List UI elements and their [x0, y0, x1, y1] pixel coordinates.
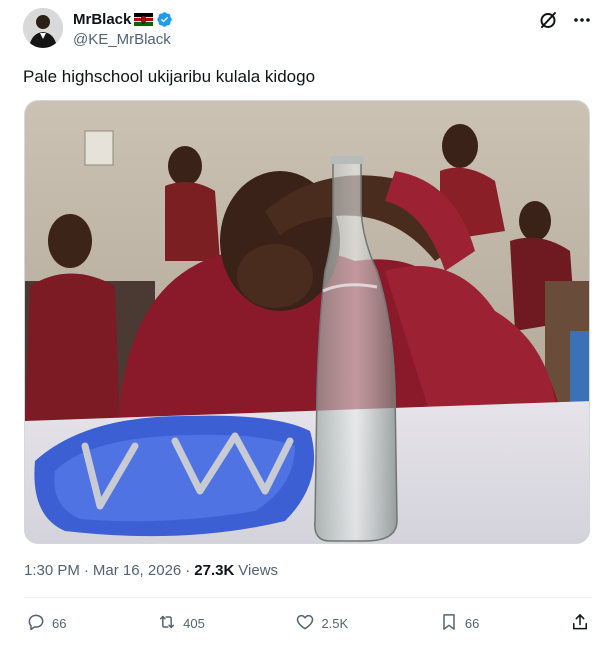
heart-icon: [295, 612, 315, 635]
repost-count: 405: [183, 615, 205, 631]
reply-button[interactable]: 66: [26, 610, 66, 636]
action-bar: 66 405 2.5K 66: [26, 610, 590, 636]
divider: [24, 597, 592, 598]
share-button[interactable]: [570, 610, 590, 636]
reply-icon: [26, 612, 46, 635]
bookmark-button[interactable]: 66: [439, 610, 479, 636]
like-count: 2.5K: [321, 615, 349, 631]
share-icon: [570, 612, 590, 635]
repost-icon: [157, 612, 177, 635]
verified-badge-icon: [156, 11, 173, 28]
handle[interactable]: @KE_MrBlack: [73, 31, 171, 48]
meta-separator: ·: [185, 562, 191, 579]
views-count: 27.3K: [194, 562, 235, 579]
meta-separator: ·: [83, 562, 89, 579]
display-name[interactable]: MrBlack: [73, 11, 131, 28]
tweet-date[interactable]: Mar 16, 2026: [93, 562, 181, 579]
bookmark-icon: [439, 612, 459, 635]
tweet-card[interactable]: MrBlack @KE_MrBlack Pale highschool ukij…: [0, 0, 610, 645]
grok-icon[interactable]: [538, 10, 558, 30]
bookmark-count: 66: [464, 615, 480, 631]
views-label: Views: [238, 562, 279, 579]
repost-button[interactable]: 405: [157, 610, 205, 636]
more-options-icon[interactable]: [572, 10, 592, 30]
kenya-flag-icon: [134, 12, 154, 26]
like-button[interactable]: 2.5K: [295, 610, 348, 636]
tweet-photo[interactable]: [24, 100, 590, 544]
avatar[interactable]: [23, 8, 63, 48]
tweet-time[interactable]: 1:30 PM: [24, 562, 80, 579]
reply-count: 66: [52, 615, 67, 631]
tweet-text: Pale highschool ukijaribu kulala kidogo: [23, 67, 316, 86]
tweet-meta: 1:30 PM · Mar 16, 2026 · 27.3K Views: [24, 562, 278, 579]
